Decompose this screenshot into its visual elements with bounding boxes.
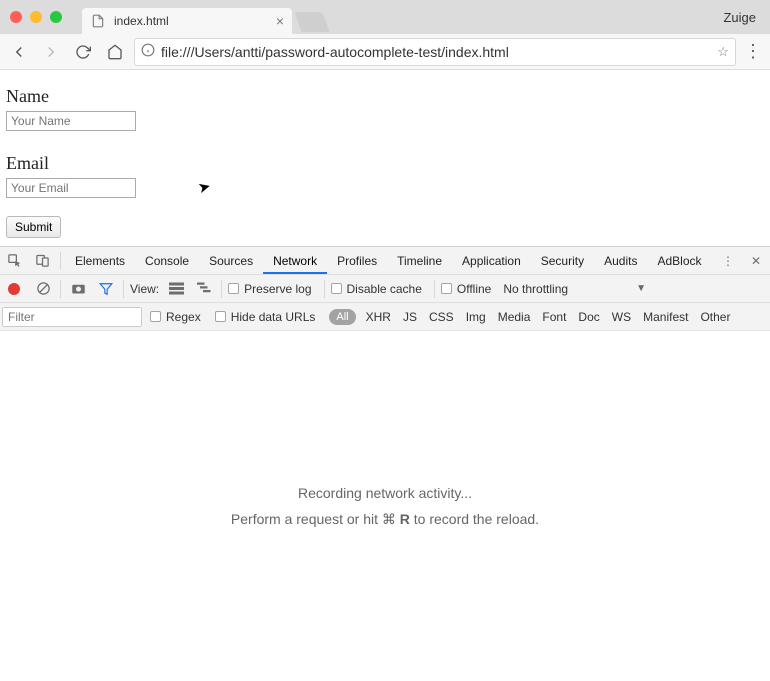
filter-ws[interactable]: WS [610, 308, 633, 326]
empty-line1: Recording network activity... [298, 485, 472, 501]
disable-cache-checkbox[interactable]: Disable cache [331, 282, 422, 296]
browser-tabstrip: index.html × [82, 0, 326, 34]
filter-media[interactable]: Media [496, 308, 533, 326]
browser-tab-active[interactable]: index.html × [82, 8, 292, 34]
tab-title: index.html [114, 14, 270, 28]
network-toolbar: View: Preserve log Disable cache Offline… [0, 275, 770, 303]
inspect-element-icon[interactable] [0, 253, 28, 268]
capture-screenshot-icon[interactable] [67, 282, 89, 295]
browser-menu-button[interactable]: ⋮ [742, 41, 764, 62]
preserve-log-checkbox[interactable]: Preserve log [228, 282, 311, 296]
address-bar[interactable]: file:///Users/antti/password-autocomplet… [134, 38, 736, 66]
tab-close-icon[interactable]: × [276, 13, 284, 29]
filter-css[interactable]: CSS [427, 308, 456, 326]
new-tab-button[interactable] [294, 12, 329, 32]
throttling-select[interactable]: No throttling ▼ [503, 282, 652, 296]
email-input[interactable] [6, 178, 136, 198]
network-empty-state: Recording network activity... Perform a … [0, 331, 770, 681]
device-toolbar-icon[interactable] [28, 253, 56, 268]
tab-network[interactable]: Network [263, 247, 327, 274]
filter-input[interactable] [2, 307, 142, 327]
url-text: file:///Users/antti/password-autocomplet… [161, 44, 711, 60]
network-filter-bar: Regex Hide data URLs All XHR JS CSS Img … [0, 303, 770, 331]
window-minimize-button[interactable] [30, 11, 42, 23]
empty-line2: Perform a request or hit ⌘ R to record t… [231, 511, 539, 528]
filter-icon[interactable] [95, 282, 117, 296]
name-input[interactable] [6, 111, 136, 131]
large-rows-icon[interactable] [165, 282, 187, 295]
home-button[interactable] [102, 39, 128, 65]
filter-all[interactable]: All [329, 309, 355, 325]
chevron-down-icon: ▼ [636, 283, 646, 294]
window-zoom-button[interactable] [50, 11, 62, 23]
forward-button[interactable] [38, 39, 64, 65]
tab-console[interactable]: Console [135, 247, 199, 274]
window-traffic-lights [0, 11, 62, 23]
offline-checkbox[interactable]: Offline [441, 282, 491, 296]
site-info-icon[interactable] [141, 43, 155, 60]
back-button[interactable] [6, 39, 32, 65]
email-label: Email [6, 153, 764, 174]
tab-elements[interactable]: Elements [65, 247, 135, 274]
tab-sources[interactable]: Sources [199, 247, 263, 274]
filter-doc[interactable]: Doc [576, 308, 601, 326]
tab-timeline[interactable]: Timeline [387, 247, 452, 274]
filter-img[interactable]: Img [464, 308, 488, 326]
devtools-close-icon[interactable]: ✕ [742, 254, 770, 268]
waterfall-view-icon[interactable] [193, 282, 215, 295]
name-label: Name [6, 86, 764, 107]
hide-data-urls-checkbox[interactable]: Hide data URLs [215, 310, 316, 324]
filter-manifest[interactable]: Manifest [641, 308, 690, 326]
devtools: Elements Console Sources Network Profile… [0, 246, 770, 681]
bookmark-star-icon[interactable]: ☆ [717, 44, 729, 60]
clear-icon[interactable] [32, 281, 54, 296]
reload-button[interactable] [70, 39, 96, 65]
submit-button[interactable]: Submit [6, 216, 61, 238]
window-titlebar: index.html × Zuige [0, 0, 770, 34]
page-body: Name Email Submit [0, 70, 770, 246]
record-button[interactable] [8, 283, 20, 295]
browser-toolbar: file:///Users/antti/password-autocomplet… [0, 34, 770, 70]
tab-audits[interactable]: Audits [594, 247, 647, 274]
devtools-tabbar: Elements Console Sources Network Profile… [0, 247, 770, 275]
file-icon [90, 13, 106, 29]
regex-checkbox[interactable]: Regex [150, 310, 201, 324]
tab-profiles[interactable]: Profiles [327, 247, 387, 274]
devtools-menu-icon[interactable]: ⋮ [714, 254, 742, 268]
window-close-button[interactable] [10, 11, 22, 23]
tab-adblock[interactable]: AdBlock [647, 247, 711, 274]
view-label: View: [130, 282, 159, 296]
filter-xhr[interactable]: XHR [364, 308, 393, 326]
tab-security[interactable]: Security [531, 247, 594, 274]
filter-js[interactable]: JS [401, 308, 419, 326]
filter-font[interactable]: Font [540, 308, 568, 326]
profile-name[interactable]: Zuige [723, 10, 756, 25]
filter-other[interactable]: Other [698, 308, 732, 326]
tab-application[interactable]: Application [452, 247, 531, 274]
